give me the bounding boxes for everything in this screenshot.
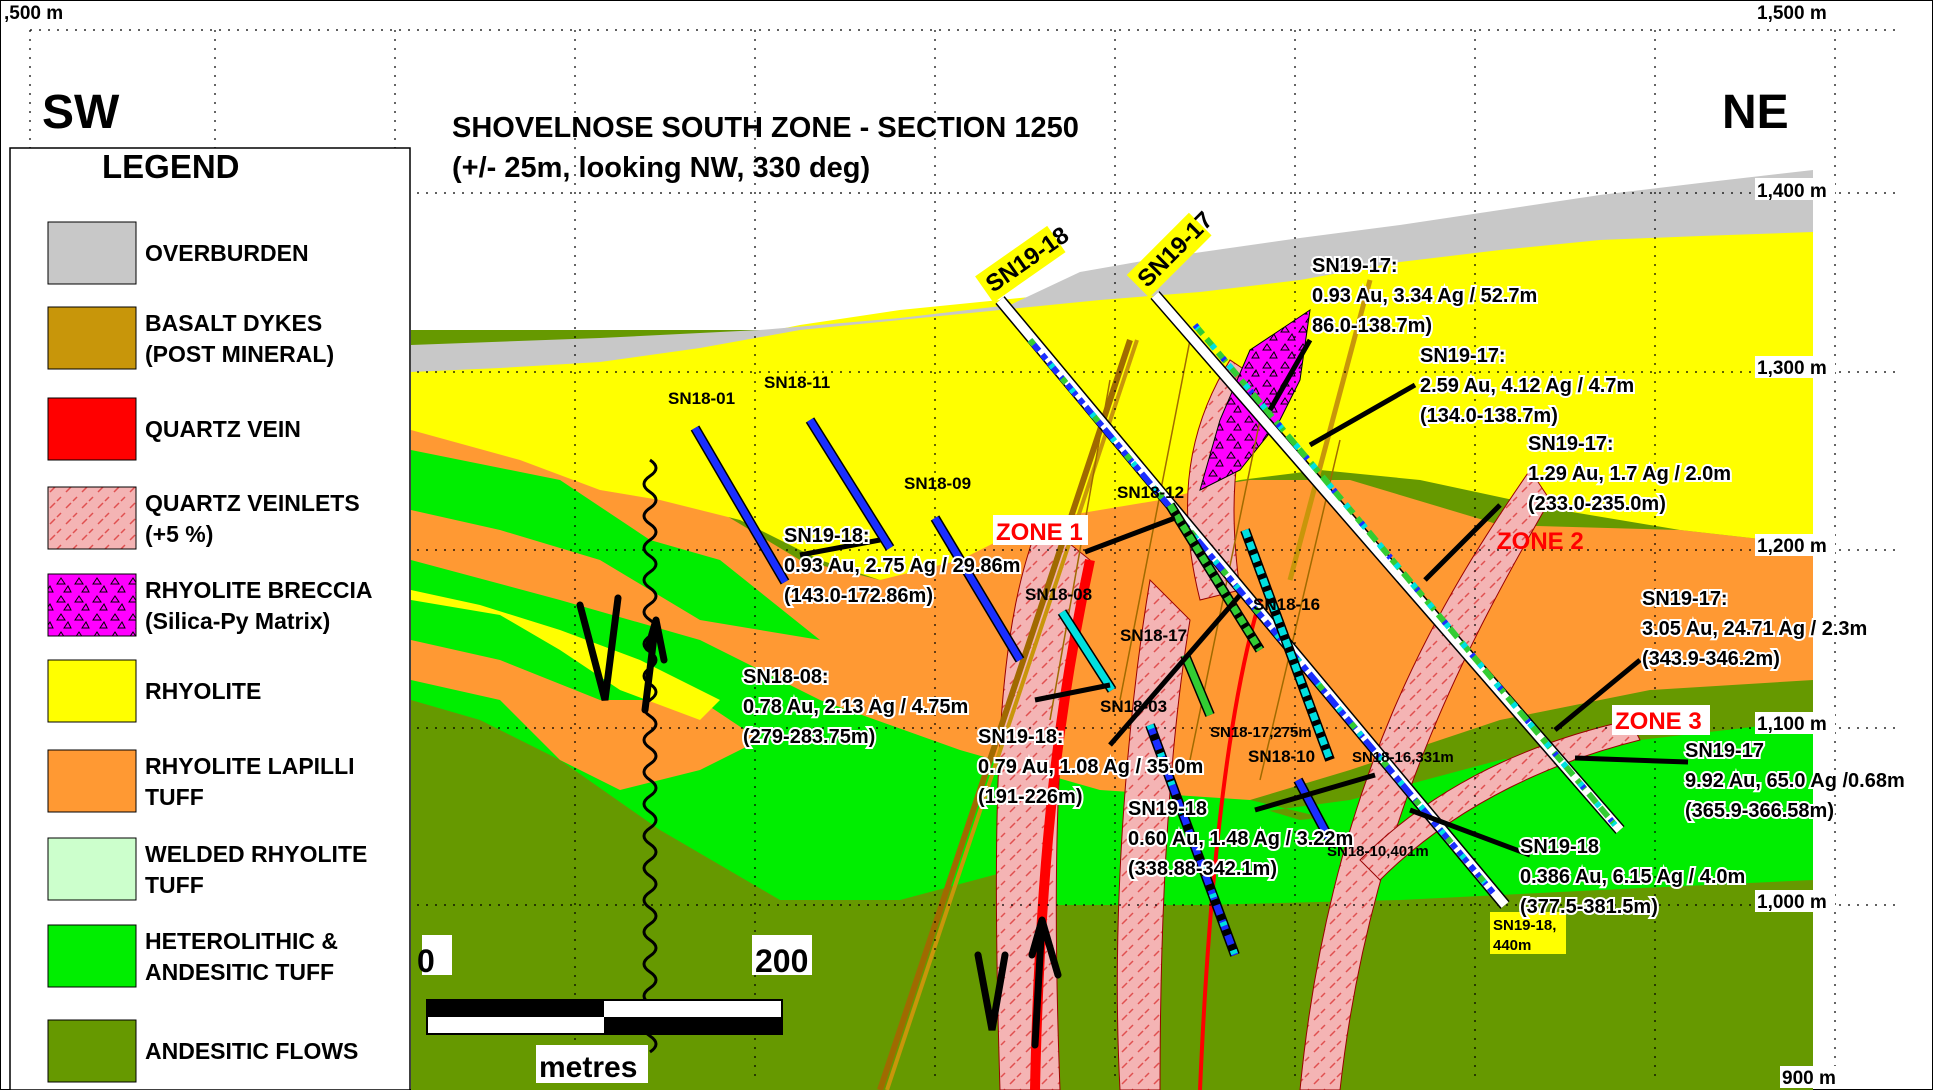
- intercept-b-line2: 2.59 Au, 4.12 Ag / 4.7m: [1420, 375, 1634, 397]
- hole-label-sn18-03: SN18-03: [1100, 697, 1167, 716]
- intercept-c-line2: 1.29 Au, 1.7 Ag / 2.0m: [1528, 463, 1731, 485]
- intercept-j-line2: 0.386 Au, 6.15 Ag / 4.0m: [1520, 866, 1745, 888]
- intercept-c-line3: (233.0-235.0m): [1528, 493, 1666, 515]
- hole-end-label-sn19-18: SN19-18,: [1493, 917, 1556, 934]
- intercept-c-line1: SN19-17:: [1528, 433, 1614, 455]
- legend-label: HETEROLITHIC &: [145, 928, 338, 954]
- hole-label-sn18-11: SN18-11: [764, 373, 830, 392]
- legend-label-line2: TUFF: [145, 784, 204, 810]
- intercept-g-line2: 0.79 Au, 1.08 Ag / 35.0m: [978, 756, 1203, 778]
- legend-label-line2: (+5 %): [145, 521, 213, 547]
- legend-label: QUARTZ VEIN: [145, 416, 301, 442]
- hole-end-depth-sn19-18: 440m: [1493, 937, 1531, 954]
- hole-label-sn18-17: SN18-17: [1120, 626, 1187, 645]
- section-title: SHOVELNOSE SOUTH ZONE - SECTION 1250: [452, 112, 1079, 144]
- intercept-i-line1: SN19-18: [1128, 798, 1207, 820]
- legend-swatch: [47, 1019, 137, 1083]
- zone-2-label: ZONE 2: [1497, 528, 1584, 555]
- scale-bar-start: 0: [417, 943, 435, 979]
- hole-label-sn18-16-331m: SN18-16,331m: [1352, 749, 1454, 766]
- legend-swatch: [47, 397, 137, 461]
- legend-label-line2: ANDESITIC TUFF: [145, 959, 334, 985]
- intercept-a-line1: SN19-17:: [1312, 255, 1398, 277]
- legend-label: WELDED RHYOLITE: [145, 841, 367, 867]
- legend-label-line2: (Silica-Py Matrix): [145, 608, 330, 634]
- legend-label-line2: (POST MINERAL): [145, 341, 334, 367]
- intercept-f-line2: 0.78 Au, 2.13 Ag / 4.75m: [743, 696, 968, 718]
- hole-label-sn18-12: SN18-12: [1117, 483, 1184, 502]
- intercept-b-line3: (134.0-138.7m): [1420, 405, 1558, 427]
- legend-swatch: [47, 924, 137, 988]
- elevation-label-1500: 1,500 m: [1757, 3, 1827, 24]
- elevation-label-900: 900 m: [1782, 1068, 1836, 1089]
- hole-label-sn18-17-275m: SN18-17,275m: [1210, 724, 1312, 741]
- legend-label: RHYOLITE BRECCIA: [145, 577, 372, 603]
- intercept-h-line3: (365.9-366.58m): [1685, 800, 1834, 822]
- legend-label: RHYOLITE: [145, 678, 261, 704]
- intercept-e-line1: SN19-17:: [1642, 588, 1728, 610]
- intercept-g-line3: (191-226m): [978, 786, 1083, 808]
- elevation-label-1300: 1,300 m: [1757, 358, 1827, 379]
- hole-label-sn18-01: SN18-01: [668, 389, 735, 408]
- hole-label-sn18-08: SN18-08: [1025, 585, 1092, 604]
- intercept-j-line1: SN19-18: [1520, 836, 1599, 858]
- intercept-a-line2: 0.93 Au, 3.34 Ag / 52.7m: [1312, 285, 1537, 307]
- elevation-label-1400: 1,400 m: [1757, 181, 1827, 202]
- section-subtitle: (+/- 25m, looking NW, 330 deg): [452, 152, 870, 184]
- elevation-label-1000: 1,000 m: [1757, 892, 1827, 913]
- orientation-ne: NE: [1722, 86, 1789, 139]
- geological-section-diagram: LEGEND OVERBURDEN BASALT DYKES (POST MINER…: [0, 0, 1933, 1090]
- intercept-d-line3: (143.0-172.86m): [784, 585, 933, 607]
- elevation-label-top-left: ,500 m: [4, 3, 63, 24]
- orientation-sw: SW: [42, 86, 120, 139]
- hole-label-sn18-10: SN18-10: [1248, 747, 1315, 766]
- legend-label: BASALT DYKES: [145, 310, 322, 336]
- intercept-e-line2: 3.05 Au, 24.71 Ag / 2.3m: [1642, 618, 1867, 640]
- intercept-d-line1: SN19-18:: [784, 525, 870, 547]
- intercept-a-line3: 86.0-138.7m): [1312, 315, 1432, 337]
- intercept-h-line1: SN19-17: [1685, 740, 1764, 762]
- legend-swatch: [47, 837, 137, 901]
- intercept-i-line2: 0.60 Au, 1.48 Ag / 3.22m: [1128, 828, 1353, 850]
- legend-label: ANDESITIC FLOWS: [145, 1038, 358, 1064]
- legend-swatch: [47, 486, 137, 550]
- intercept-b-line1: SN19-17:: [1420, 345, 1506, 367]
- legend-swatch: [47, 659, 137, 723]
- legend-label: RHYOLITE LAPILLI: [145, 753, 355, 779]
- elevation-label-1100: 1,100 m: [1757, 714, 1827, 735]
- legend-swatch: [47, 573, 137, 637]
- intercept-j-line3: (377.5-381.5m): [1520, 896, 1658, 918]
- intercept-i-line3: (338.88-342.1m): [1128, 858, 1277, 880]
- intercept-f-line1: SN18-08:: [743, 666, 829, 688]
- legend-label: QUARTZ VEINLETS: [145, 490, 360, 516]
- legend-title: LEGEND: [102, 148, 240, 185]
- legend-swatch: [47, 221, 137, 285]
- intercept-g-line1: SN19-18:: [978, 726, 1064, 748]
- legend-label: OVERBURDEN: [145, 240, 309, 266]
- zone-1-label: ZONE 1: [996, 519, 1083, 546]
- intercept-f-line3: (279-283.75m): [743, 726, 875, 748]
- legend-label-line2: TUFF: [145, 872, 204, 898]
- legend-swatch: [47, 306, 137, 370]
- hole-label-sn18-16: SN18-16: [1253, 595, 1320, 614]
- elevation-label-1200: 1,200 m: [1757, 536, 1827, 557]
- hole-label-sn18-09: SN18-09: [904, 474, 971, 493]
- scale-bar-unit: metres: [539, 1051, 637, 1084]
- scale-bar-end: 200: [755, 943, 808, 979]
- intercept-h-line2: 9.92 Au, 65.0 Ag /0.68m: [1685, 770, 1905, 792]
- intercept-d-line2: 0.93 Au, 2.75 Ag / 29.86m: [784, 555, 1020, 577]
- zone-3-label: ZONE 3: [1615, 708, 1702, 735]
- intercept-e-line3: (343.9-346.2m): [1642, 648, 1780, 670]
- legend-swatch: [47, 749, 137, 813]
